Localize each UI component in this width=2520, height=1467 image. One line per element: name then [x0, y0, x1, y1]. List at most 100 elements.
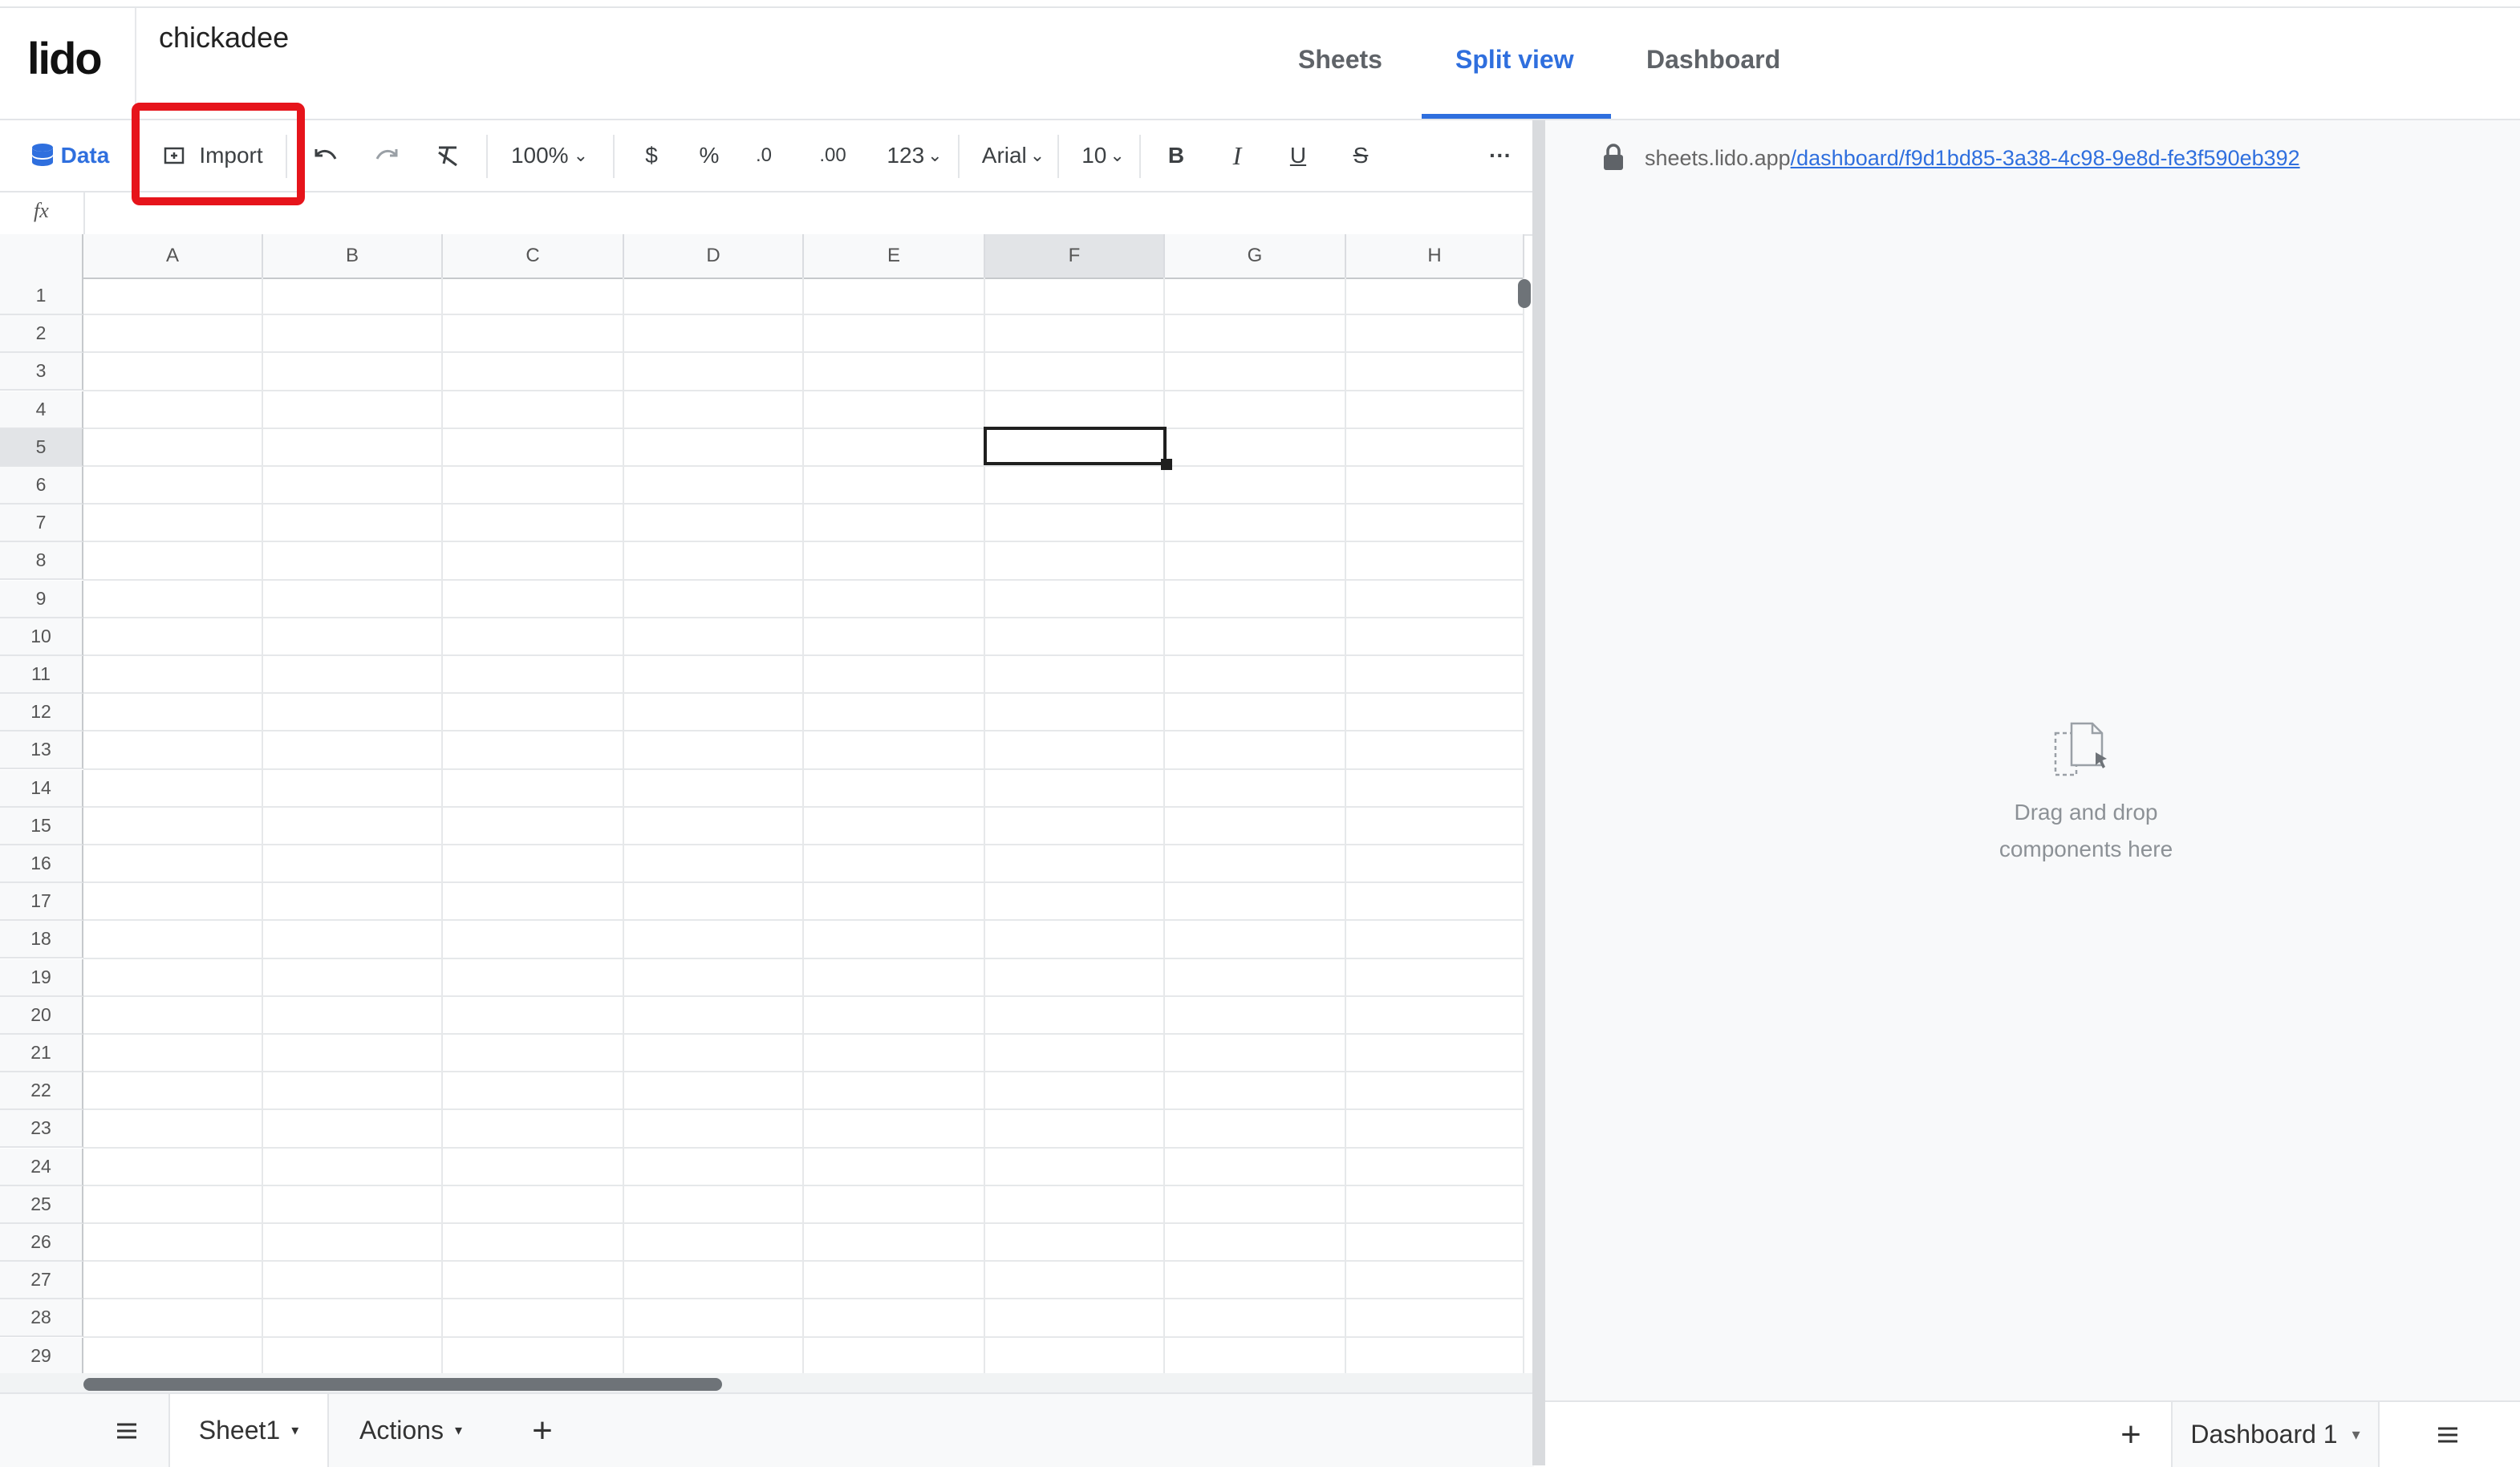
percent-button[interactable]: % — [692, 138, 727, 173]
document-title[interactable]: chickadee — [159, 21, 289, 55]
underline-button[interactable]: U — [1280, 138, 1316, 173]
row-gridline — [83, 314, 1524, 316]
column-header-d[interactable]: D — [624, 234, 804, 278]
selected-cell[interactable] — [984, 427, 1167, 465]
column-header-h[interactable]: H — [1346, 234, 1524, 278]
increase-decimal-button[interactable]: .00 — [812, 138, 854, 173]
more-button[interactable]: ··· — [1483, 138, 1518, 173]
strikethrough-button[interactable]: S — [1343, 138, 1378, 173]
dashboard-menu-button[interactable] — [2420, 1402, 2476, 1467]
row-header-28[interactable]: 28 — [0, 1299, 83, 1338]
row-header-25[interactable]: 25 — [0, 1185, 83, 1224]
split-divider[interactable] — [1532, 120, 1545, 1465]
vertical-scrollbar[interactable] — [1518, 279, 1531, 308]
tab-dashboard[interactable]: Dashboard — [1646, 45, 1780, 75]
number-format-value: 123 — [887, 143, 925, 168]
column-header-e[interactable]: E — [804, 234, 985, 278]
bold-button[interactable]: B — [1159, 138, 1194, 173]
sheet-tab-actions[interactable]: Actions ▾ — [332, 1394, 489, 1467]
row-header-4[interactable]: 4 — [0, 391, 83, 429]
column-header-f[interactable]: F — [985, 234, 1165, 278]
row-header-20[interactable]: 20 — [0, 996, 83, 1035]
row-header-19[interactable]: 19 — [0, 958, 83, 997]
row-gridline — [83, 465, 1524, 467]
formula-input[interactable] — [88, 192, 1524, 234]
decrease-decimal-button[interactable]: .0 — [746, 138, 781, 173]
dashboard-url-link[interactable]: /dashboard/f9d1bd85-3a38-4c98-9e8d-fe3f5… — [1791, 146, 2300, 170]
data-button[interactable]: Data — [26, 138, 114, 173]
column-header-c[interactable]: C — [443, 234, 624, 278]
row-header-5[interactable]: 5 — [0, 428, 83, 467]
row-header-11[interactable]: 11 — [0, 656, 83, 694]
row-gridline — [83, 805, 1524, 808]
row-header-22[interactable]: 22 — [0, 1072, 83, 1111]
row-header-7[interactable]: 7 — [0, 505, 83, 543]
row-header-29[interactable]: 29 — [0, 1337, 83, 1376]
row-header-12[interactable]: 12 — [0, 694, 83, 732]
font-value: Arial — [981, 143, 1027, 168]
currency-button[interactable]: $ — [634, 138, 669, 173]
zoom-select[interactable]: 100% ⌄ — [505, 138, 594, 173]
row-gridline — [83, 1033, 1524, 1035]
row-header-9[interactable]: 9 — [0, 580, 83, 618]
column-header-a[interactable]: A — [83, 234, 263, 278]
row-header-26[interactable]: 26 — [0, 1224, 83, 1262]
horizontal-scrollbar[interactable] — [83, 1378, 722, 1391]
row-gridline — [83, 503, 1524, 505]
tab-split-view[interactable]: Split view — [1455, 45, 1574, 75]
font-select[interactable]: Arial ⌄ — [977, 138, 1049, 173]
drag-drop-line-2: components here — [1999, 837, 2173, 861]
row-header-27[interactable]: 27 — [0, 1262, 83, 1300]
italic-button[interactable]: I — [1219, 138, 1255, 173]
row-gridline — [83, 768, 1524, 770]
select-all-corner[interactable] — [0, 234, 83, 278]
dashboard-tab-bar: + Dashboard 1 ▾ — [1545, 1400, 2520, 1467]
tab-sheets[interactable]: Sheets — [1298, 45, 1382, 75]
app-logo[interactable]: lido — [27, 32, 103, 84]
row-gridline — [83, 578, 1524, 581]
redo-button[interactable] — [369, 138, 404, 173]
row-gridline — [83, 1146, 1524, 1149]
row-header-15[interactable]: 15 — [0, 807, 83, 845]
sheet-tab-label: Sheet1 — [198, 1416, 281, 1445]
redo-icon — [375, 149, 398, 160]
row-header-16[interactable]: 16 — [0, 845, 83, 883]
row-header-23[interactable]: 23 — [0, 1110, 83, 1149]
row-header-8[interactable]: 8 — [0, 542, 83, 581]
clear-format-button[interactable] — [430, 138, 465, 173]
row-header-18[interactable]: 18 — [0, 921, 83, 959]
undo-icon — [314, 149, 337, 160]
sheet-tab-sheet1[interactable]: Sheet1 ▾ — [168, 1394, 329, 1467]
row-header-3[interactable]: 3 — [0, 353, 83, 391]
row-gridline — [83, 1222, 1524, 1224]
row-header-14[interactable]: 14 — [0, 769, 83, 808]
column-header-g[interactable]: G — [1165, 234, 1346, 278]
spreadsheet-grid[interactable]: ABCDEFGH 1 2 3 4 5 6 7 8 9 10 11 12 13 14 15 16 17 18 19 20… — [0, 234, 1524, 1381]
sheet-tab-bar: Sheet1 ▾ Actions ▾ + — [0, 1392, 1534, 1467]
fill-handle[interactable] — [1161, 459, 1172, 470]
number-format-select[interactable]: 123 ⌄ — [883, 138, 947, 173]
drag-drop-message: Drag and drop components here — [1958, 794, 2214, 868]
caret-down-icon: ▾ — [454, 1422, 462, 1438]
row-gridline — [83, 1184, 1524, 1186]
row-header-1[interactable]: 1 — [0, 278, 83, 315]
row-header-2[interactable]: 2 — [0, 315, 83, 354]
fx-divider — [83, 192, 85, 234]
row-gridline — [83, 1335, 1524, 1338]
font-size-select[interactable]: 10 ⌄ — [1075, 138, 1131, 173]
row-header-13[interactable]: 13 — [0, 731, 83, 770]
row-header-21[interactable]: 21 — [0, 1035, 83, 1072]
row-header-17[interactable]: 17 — [0, 883, 83, 922]
add-sheet-button[interactable]: + — [510, 1394, 574, 1467]
dashboard-tab-1[interactable]: Dashboard 1 ▾ — [2171, 1402, 2380, 1467]
row-gridline — [83, 995, 1524, 997]
chevron-down-icon: ⌄ — [927, 145, 943, 165]
row-header-24[interactable]: 24 — [0, 1148, 83, 1186]
sheet-menu-button[interactable] — [96, 1394, 157, 1467]
row-header-10[interactable]: 10 — [0, 618, 83, 656]
undo-button[interactable] — [308, 138, 343, 173]
dashboard-panel — [1545, 120, 2520, 1404]
add-dashboard-button[interactable]: + — [2107, 1402, 2155, 1467]
row-header-6[interactable]: 6 — [0, 467, 83, 505]
column-header-b[interactable]: B — [263, 234, 443, 278]
